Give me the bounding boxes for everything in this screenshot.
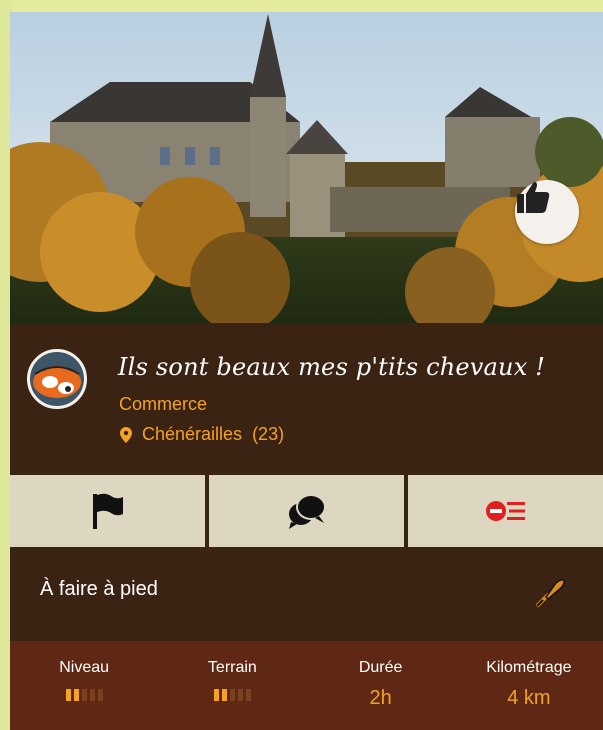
level-bars (10, 689, 158, 701)
trowel-icon[interactable] (534, 577, 566, 609)
place-category[interactable]: Commerce (119, 394, 207, 415)
level-bar-empty (89, 689, 95, 701)
fox-avatar-icon (30, 352, 84, 406)
place-info: Ils sont beaux mes p'tits chevaux ! Comm… (10, 323, 603, 475)
flag-icon (92, 493, 123, 529)
place-title: Ils sont beaux mes p'tits chevaux ! (118, 353, 546, 381)
like-button[interactable] (515, 180, 579, 244)
chat-bubbles-icon (288, 494, 326, 529)
level-bar-empty (229, 689, 235, 701)
avatar[interactable] (27, 349, 87, 409)
stat-niveau: Niveau (10, 641, 158, 730)
level-bar-empty (97, 689, 103, 701)
stat-kilometrage: Kilométrage 4 km (455, 641, 603, 730)
flag-button[interactable] (10, 475, 205, 547)
level-bar-filled (65, 689, 71, 701)
chateau-photo (10, 12, 603, 323)
level-bar-empty (81, 689, 87, 701)
activity-mode-label: À faire à pied (40, 578, 158, 600)
stat-label: Kilométrage (486, 659, 572, 676)
thumbs-up-icon (517, 182, 550, 213)
stat-value: 4 km (507, 687, 551, 709)
stat-label: Niveau (59, 659, 110, 676)
level-bar-filled (73, 689, 79, 701)
place-location: Chénérailles (23) (120, 424, 284, 445)
remove-from-list-button[interactable] (408, 475, 603, 547)
stat-value: 2h (369, 687, 392, 709)
location-city: Chénérailles (142, 424, 243, 444)
comments-button[interactable] (209, 475, 404, 547)
stat-duree: Durée 2h (307, 641, 455, 730)
stats-bar: Niveau Terrain Durée 2h Kilométrage 4 km (10, 641, 603, 730)
stat-terrain: Terrain (158, 641, 306, 730)
stat-label: Terrain (207, 659, 257, 676)
stat-label: Durée (358, 659, 403, 676)
hero-photo (10, 12, 603, 323)
level-bar-empty (237, 689, 243, 701)
place-card: Ils sont beaux mes p'tits chevaux ! Comm… (10, 12, 603, 730)
location-department: (23) (252, 424, 285, 444)
level-bar-filled (213, 689, 219, 701)
level-bar-empty (245, 689, 251, 701)
activity-mode-row: À faire à pied (10, 547, 603, 641)
action-bar (10, 475, 603, 547)
level-bars (158, 689, 306, 701)
remove-list-icon (485, 501, 525, 521)
location-pin-icon (120, 426, 132, 443)
level-bar-filled (221, 689, 227, 701)
